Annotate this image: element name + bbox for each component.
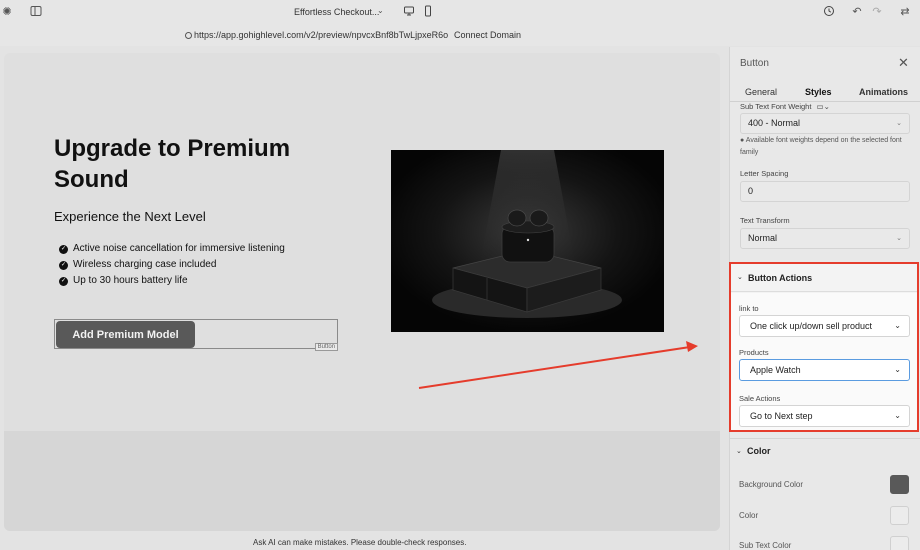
hero-subtitle[interactable]: Experience the Next Level	[54, 209, 206, 224]
font-weight-select[interactable]: 400 - Normal ⌄	[740, 113, 910, 134]
document-title[interactable]: Effortless Checkout...	[294, 7, 379, 17]
text-transform-select[interactable]: Normal ⌄	[740, 228, 910, 249]
globe-icon	[185, 32, 192, 39]
button-actions-body: link to One click up/down sell product ⌄…	[731, 293, 917, 430]
color-swatch[interactable]	[890, 506, 909, 525]
products-label: Products	[739, 348, 769, 357]
background-color-swatch[interactable]	[890, 475, 909, 494]
hero-title[interactable]: Upgrade to Premium Sound	[54, 133, 314, 195]
connect-domain-link[interactable]: Connect Domain	[454, 30, 521, 40]
history-icon[interactable]	[822, 5, 836, 19]
button-actions-section: ⌄ Button Actions link to One click up/do…	[729, 262, 919, 432]
tab-general[interactable]: General	[745, 87, 777, 97]
button-actions-header[interactable]: ⌄ Button Actions	[731, 264, 917, 292]
preview-url-bar: https://app.gohighlevel.com/v2/preview/n…	[0, 25, 920, 46]
list-item[interactable]: ✓ Active noise cancellation for immersive…	[59, 241, 285, 257]
mobile-view-icon[interactable]	[421, 5, 435, 19]
canvas-lower-section	[4, 431, 720, 531]
check-circle-icon: ✓	[59, 276, 68, 286]
chevron-down-icon: ⌄	[896, 120, 902, 127]
products-select[interactable]: Apple Watch ⌄	[739, 359, 910, 381]
sub-text-font-weight-label: Sub Text Font Weight ▭⌄	[740, 102, 830, 111]
chevron-down-icon: ⌄	[896, 235, 902, 242]
device-monitor-icon[interactable]: ▭⌄	[817, 102, 830, 111]
check-circle-icon: ✓	[59, 260, 68, 270]
letter-spacing-label: Letter Spacing	[740, 169, 789, 178]
check-circle-icon: ✓	[59, 244, 68, 254]
chevron-down-icon: ⌄	[736, 448, 742, 455]
color-section-header[interactable]: ⌄ Color	[729, 438, 920, 464]
sub-text-color-swatch[interactable]	[890, 536, 909, 550]
chevron-down-icon[interactable]: ⌄	[377, 6, 384, 15]
font-weight-note: ● Available font weights depend on the s…	[740, 137, 902, 156]
tab-styles[interactable]: Styles	[805, 87, 832, 97]
product-image[interactable]	[391, 150, 664, 332]
text-transform-label: Text Transform	[740, 216, 790, 225]
info-icon: ●	[740, 137, 745, 144]
link-to-select[interactable]: One click up/down sell product ⌄	[739, 315, 910, 337]
list-item[interactable]: ✓ Wireless charging case included	[59, 257, 285, 273]
background-color-label: Background Color	[739, 480, 804, 489]
settings-sliders-icon[interactable]: ⇄	[898, 5, 912, 19]
ai-disclaimer: Ask AI can make mistakes. Please double-…	[253, 538, 467, 547]
link-to-label: link to	[739, 304, 759, 313]
list-item[interactable]: ✓ Up to 30 hours battery life	[59, 273, 285, 289]
undo-icon[interactable]: ↶	[850, 5, 864, 19]
element-type-tag: Button	[314, 343, 338, 351]
page-canvas: Upgrade to Premium Sound Experience the …	[4, 53, 720, 531]
panel-title: Button	[740, 58, 769, 69]
chevron-down-icon: ⌄	[894, 321, 901, 330]
tab-animations[interactable]: Animations	[859, 87, 908, 97]
app-logo-icon[interactable]: ✺	[0, 5, 14, 19]
chevron-down-icon: ⌄	[894, 411, 901, 420]
chevron-down-icon: ⌄	[737, 274, 743, 281]
top-toolbar: ✺ Effortless Checkout... ⌄ ↶ ↷ ⇄	[0, 0, 920, 25]
chevron-down-icon: ⌄	[894, 365, 901, 374]
letter-spacing-input[interactable]: 0	[740, 181, 910, 202]
feature-list: ✓ Active noise cancellation for immersive…	[59, 241, 285, 289]
add-premium-model-button[interactable]: Add Premium Model	[56, 321, 195, 348]
close-icon[interactable]: ✕	[898, 55, 909, 71]
color-label: Color	[739, 511, 759, 520]
preview-url[interactable]: https://app.gohighlevel.com/v2/preview/n…	[194, 30, 448, 40]
sale-actions-select[interactable]: Go to Next step ⌄	[739, 405, 910, 427]
button-selection-frame[interactable]: Add Premium Model Button	[54, 319, 338, 351]
sale-actions-label: Sale Actions	[739, 394, 781, 403]
desktop-view-icon[interactable]	[402, 5, 416, 19]
sub-text-color-label: Sub Text Color	[739, 541, 792, 550]
redo-icon[interactable]: ↷	[870, 5, 884, 19]
sidebar-toggle-icon[interactable]	[29, 5, 43, 19]
